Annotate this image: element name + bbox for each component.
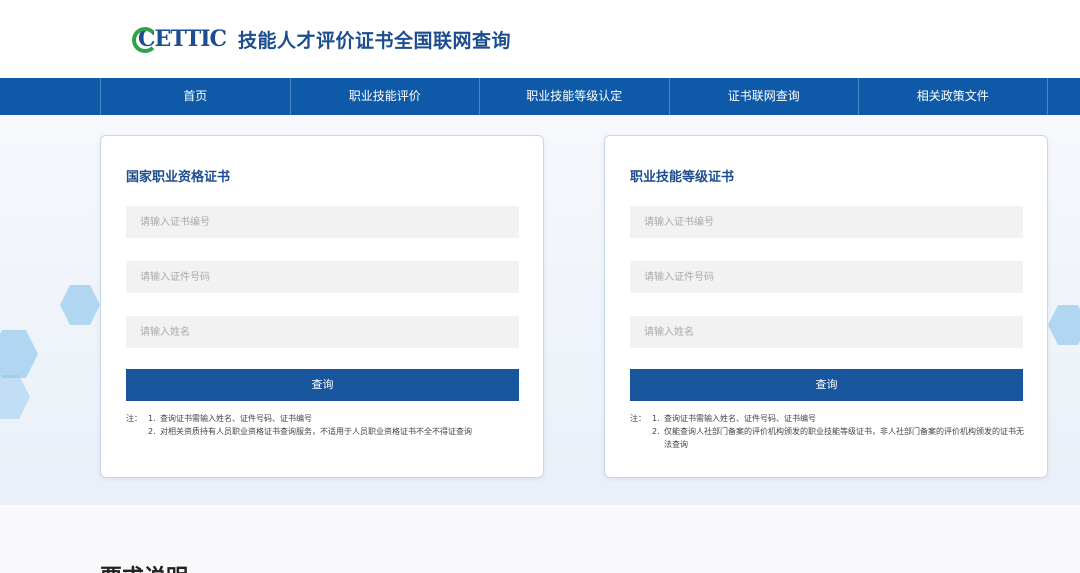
hexagon-decor [0, 375, 30, 419]
card-title: 职业技能等级证书 [630, 170, 735, 185]
top-header: CETTIC 技能人才评价证书全国联网查询 [0, 0, 1080, 78]
name-input[interactable] [630, 316, 1023, 348]
query-button[interactable]: 查询 [630, 369, 1023, 401]
note-row: 注： 1. 查询证书需输入姓名、证件号码、证书编号 [630, 412, 1025, 425]
nav-item-skill-evaluation[interactable]: 职业技能评价 [289, 78, 480, 115]
hexagon-decor [1048, 305, 1080, 345]
skill-level-certificate-card: 职业技能等级证书 查询 注： 1. 查询证书需输入姓名、证件号码、证书编号 2.… [604, 135, 1048, 478]
name-input[interactable] [126, 316, 519, 348]
id-number-input[interactable] [126, 261, 519, 293]
certificate-number-input[interactable] [630, 206, 1023, 238]
logo-arc-icon [132, 27, 158, 53]
certificate-number-input[interactable] [126, 206, 519, 238]
note-text: 对相关资质持有人员职业资格证书查询服务，不适用于人员职业资格证书不全不得证查询 [160, 427, 472, 436]
note-number: 1. [148, 414, 156, 423]
nav-item-certificate-query[interactable]: 证书联网查询 [668, 78, 859, 115]
note-text: 仅能查询人社部门备案的评价机构颁发的职业技能等级证书，非人社部门备案的评价机构颁… [664, 427, 1024, 449]
note-row: 2. 对相关资质持有人员职业资格证书查询服务，不适用于人员职业资格证书不全不得证… [126, 425, 521, 438]
note-number: 2. [148, 427, 156, 436]
notes: 注： 1. 查询证书需输入姓名、证件号码、证书编号 2. 仅能查询人社部门备案的… [630, 412, 1025, 451]
notes: 注： 1. 查询证书需输入姓名、证件号码、证书编号 2. 对相关资质持有人员职业… [126, 412, 521, 438]
notes-label: 注： [126, 414, 142, 423]
id-number-input[interactable] [630, 261, 1023, 293]
nav-item-home[interactable]: 首页 [100, 78, 290, 115]
nav-item-skill-level-certification[interactable]: 职业技能等级认定 [479, 78, 669, 115]
note-row: 2. 仅能查询人社部门备案的评价机构颁发的职业技能等级证书，非人社部门备案的评价… [630, 425, 1025, 451]
qualification-certificate-card: 国家职业资格证书 查询 注： 1. 查询证书需输入姓名、证件号码、证书编号 2.… [100, 135, 544, 478]
main-nav: 首页 职业技能评价 职业技能等级认定 证书联网查询 相关政策文件 [0, 78, 1080, 115]
site-title: 技能人才评价证书全国联网查询 [238, 29, 512, 52]
note-text: 查询证书需输入姓名、证件号码、证书编号 [664, 414, 816, 423]
notes-label: 注： [630, 414, 646, 423]
note-text: 查询证书需输入姓名、证件号码、证书编号 [160, 414, 312, 423]
site-logo[interactable]: CETTIC 技能人才评价证书全国联网查询 [132, 24, 512, 54]
card-title: 国家职业资格证书 [126, 170, 231, 185]
section-title: 要求说明 [100, 560, 188, 573]
nav-item-policy-documents[interactable]: 相关政策文件 [858, 78, 1048, 115]
hexagon-decor [0, 330, 38, 378]
hexagon-decor [60, 285, 100, 325]
note-row: 注： 1. 查询证书需输入姓名、证件号码、证书编号 [126, 412, 521, 425]
note-number: 1. [652, 414, 660, 423]
query-button[interactable]: 查询 [126, 369, 519, 401]
logo-mark: CETTIC [132, 26, 227, 53]
note-number: 2. [652, 427, 660, 436]
